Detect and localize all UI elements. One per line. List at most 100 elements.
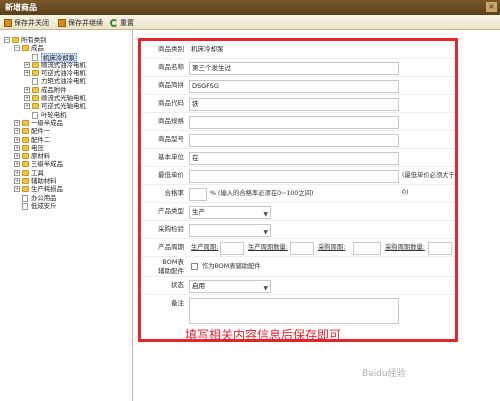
model-input[interactable] [189, 134, 399, 147]
expand-icon[interactable]: + [14, 119, 20, 126]
tree-node[interactable]: + 三级半成品 [0, 160, 133, 168]
expand-icon[interactable]: + [14, 169, 20, 176]
tree-node[interactable]: + 配件一 [0, 127, 133, 135]
tree-node[interactable]: + 成品附件 [0, 86, 133, 94]
name-input[interactable]: 第三个发生过 [189, 62, 399, 75]
tree-node[interactable]: + 配件二 [0, 136, 133, 144]
tree-node[interactable]: − 所有类别 [0, 36, 133, 44]
status-label: 状态 [171, 281, 184, 289]
folder-icon [12, 37, 19, 43]
bom-label: BOM表 辅助配件 [141, 257, 184, 276]
expand-icon[interactable]: + [24, 61, 30, 68]
pass-rate-note: % (输入的合格率必须在0~100之间) [210, 190, 314, 197]
code-input[interactable]: 铁 [189, 98, 399, 111]
row-unit: 基本单位 在 [141, 149, 455, 167]
purchase-check-select[interactable]: ▼ [189, 224, 271, 237]
category-value: 机床冷却泵 [191, 45, 224, 53]
purchase-cycle-input[interactable] [353, 242, 381, 255]
folder-icon [32, 61, 39, 68]
min-price-input[interactable] [189, 170, 399, 183]
expand-icon[interactable]: + [14, 128, 20, 135]
expand-icon[interactable]: + [14, 186, 20, 193]
category-tree: − 所有类别 − 成品 机床冷却泵 + 顺流式油冷电机 + 可逆式油冷电机 力矩式油冷电机 + 成品附… [0, 36, 133, 210]
row-model: 商品型号 [141, 131, 455, 149]
tree-node[interactable]: 力矩式油冷电机 [0, 77, 133, 86]
category-tree-panel: − 所有类别 − 成品 机床冷却泵 + 顺流式油冷电机 + 可逆式油冷电机 力矩式油冷电机 + 成品附… [0, 30, 133, 401]
expand-icon[interactable]: + [14, 144, 20, 151]
refresh-icon [110, 18, 118, 27]
expand-icon[interactable]: + [14, 153, 20, 160]
close-icon[interactable]: × [486, 2, 497, 12]
folder-icon [22, 45, 29, 52]
spec-label: 商品规格 [158, 117, 184, 125]
save-continue-button[interactable]: 保存并继续 [58, 17, 103, 28]
tree-node-label: 顺流式油冷电机 [41, 60, 86, 69]
cycle-label: 产品周期 [158, 243, 184, 251]
expand-icon[interactable]: + [24, 95, 30, 102]
bom-checkbox[interactable] [191, 263, 198, 270]
tree-node[interactable]: + 生产耗损品 [0, 185, 133, 193]
bom-checkbox-label: 作为BOM表辅助配件 [202, 263, 261, 270]
tree-node-label: 成品附件 [41, 85, 67, 94]
remark-textarea[interactable] [189, 298, 399, 324]
folder-icon [22, 119, 29, 126]
row-min-price: 最低单价 (最低单价必须大于0) [141, 167, 455, 196]
tree-node[interactable]: 低成安斤 [0, 202, 133, 210]
code-label: 商品代码 [158, 99, 184, 107]
purchase-cycle-qty-input[interactable] [428, 242, 452, 255]
document-icon [32, 53, 38, 61]
tree-node[interactable]: + 电压 [0, 144, 133, 152]
expand-icon[interactable]: + [24, 103, 30, 110]
tree-node[interactable]: − 成品 [0, 44, 133, 52]
tree-node[interactable]: + 可逆式光轴电机 [0, 102, 133, 110]
row-bom: BOM表 辅助配件 作为BOM表辅助配件 [141, 257, 455, 277]
chevron-down-icon: ▼ [263, 211, 268, 218]
remark-label: 备注 [171, 299, 184, 307]
prod-type-select[interactable]: 生产 ▼ [189, 206, 271, 219]
folder-icon [22, 178, 29, 185]
expand-icon[interactable]: + [14, 178, 20, 185]
product-form: 商品类别 机床冷却泵 商品名称 第三个发生过 商品简拼 DSGFSG 商品代码 … [138, 38, 458, 342]
status-select[interactable]: 启用 ▼ [189, 280, 271, 293]
tree-node[interactable]: + 原材料 [0, 152, 133, 160]
tree-node-label: 可逆式光轴电机 [41, 102, 86, 111]
pass-rate-input[interactable] [189, 188, 207, 201]
expand-icon[interactable]: + [24, 70, 30, 77]
expand-icon[interactable]: + [14, 136, 20, 143]
save-close-button[interactable]: 保存并关闭 [4, 17, 49, 28]
instruction-caption: 填写相关内容信息后保存即可 [185, 328, 342, 342]
spec-input[interactable] [189, 116, 399, 129]
tree-node-label: 工具 [31, 168, 44, 177]
prod-cycle-qty-input[interactable] [290, 242, 314, 255]
folder-icon [22, 186, 29, 193]
tree-node-label: 配件二 [31, 135, 51, 144]
purchase-cycle-qty-label: 采购周期数量: [385, 244, 425, 251]
tree-node[interactable]: 机床冷却泵 [0, 52, 133, 63]
tree-node[interactable]: + 顺流式油冷电机 [0, 61, 133, 69]
expand-icon[interactable]: + [24, 86, 30, 93]
row-cycle: 产品周期 生产周期: 生产周期数量: 采购周期: 采购周期数量: [141, 239, 455, 257]
abbr-input[interactable]: DSGFSG [189, 80, 399, 93]
tree-node-label: 力矩式油冷电机 [41, 77, 86, 86]
save-continue-label: 保存并继续 [68, 18, 103, 27]
row-category: 商品类别 机床冷却泵 [141, 41, 455, 59]
tree-node[interactable]: + 工具 [0, 169, 133, 177]
unit-input[interactable]: 在 [189, 152, 399, 165]
tree-node-label: 办公用品 [31, 193, 57, 202]
row-prod-type: 产品类型 生产 ▼ [141, 203, 455, 221]
tree-node-label: 生产耗损品 [31, 185, 63, 194]
tree-node[interactable]: + 辅助材料 [0, 177, 133, 185]
reset-button[interactable]: 重置 [110, 17, 134, 28]
prod-cycle-input[interactable] [220, 242, 244, 255]
tree-node[interactable]: 办公用品 [0, 194, 133, 202]
collapse-icon[interactable]: − [4, 37, 10, 43]
prod-type-label: 产品类型 [158, 207, 184, 215]
expand-icon[interactable]: + [14, 161, 20, 168]
status-value: 启用 [192, 282, 205, 290]
folder-icon [22, 169, 29, 176]
tree-node[interactable]: + 一级半成品 [0, 119, 133, 127]
tree-node[interactable]: 叶轮电机 [0, 111, 133, 119]
collapse-icon[interactable]: − [14, 45, 20, 52]
tree-node-label: 低成安斤 [31, 201, 57, 210]
pass-rate-label: 合格率 [164, 189, 185, 197]
